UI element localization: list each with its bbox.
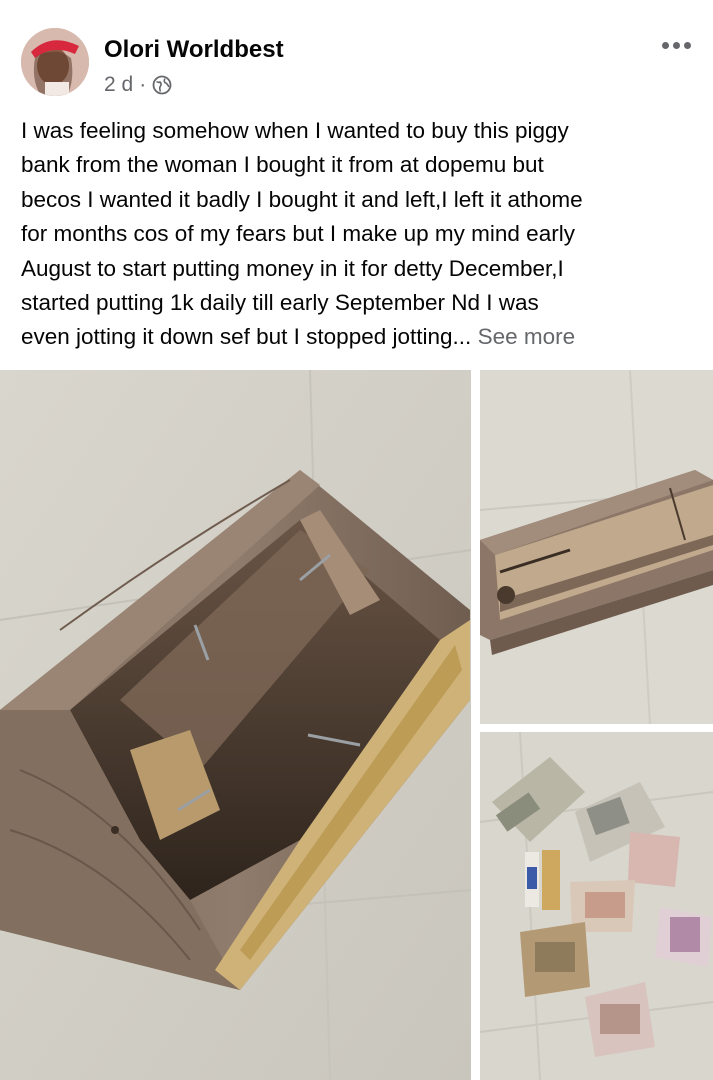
see-more-link[interactable]: See more (478, 324, 576, 349)
more-dot (661, 41, 669, 49)
photo-open-wooden-box[interactable] (0, 370, 471, 1080)
facebook-post: Olori Worldbest 2 d · I was feeling some… (0, 0, 713, 1080)
text-line-last: even jotting it down sef but I stopped j… (21, 320, 701, 354)
post-header: Olori Worldbest 2 d · (0, 0, 713, 110)
text-line: bank from the woman I bought it from at … (21, 152, 544, 178)
text-line: August to start putting money in it for … (21, 255, 564, 281)
text-line: for months cos of my fears but I make up… (21, 221, 575, 247)
meta-separator: · (139, 73, 147, 96)
more-dot (672, 41, 680, 49)
more-dot (683, 41, 691, 49)
avatar[interactable] (21, 28, 89, 96)
post-time[interactable]: 2 d (104, 73, 133, 97)
closed-box-image (480, 370, 713, 724)
post-meta: 2 d · (104, 72, 172, 98)
post-text: I was feeling somehow when I wanted to b… (21, 114, 701, 355)
text-line-content: even jotting it down sef but I stopped j… (21, 324, 472, 350)
globe-icon[interactable] (152, 75, 172, 95)
text-line: becos I wanted it badly I bought it and … (21, 186, 583, 212)
photo-closed-wooden-box[interactable] (480, 370, 713, 724)
wooden-box-image (0, 370, 471, 1080)
avatar-photo (21, 28, 89, 96)
photo-naira-notes[interactable] (480, 732, 713, 1080)
more-options-icon[interactable] (655, 34, 697, 56)
author-name[interactable]: Olori Worldbest (104, 36, 284, 64)
naira-notes-image (480, 732, 713, 1080)
text-line: I was feeling somehow when I wanted to b… (21, 118, 569, 143)
text-line: started putting 1k daily till early Sept… (21, 290, 539, 316)
